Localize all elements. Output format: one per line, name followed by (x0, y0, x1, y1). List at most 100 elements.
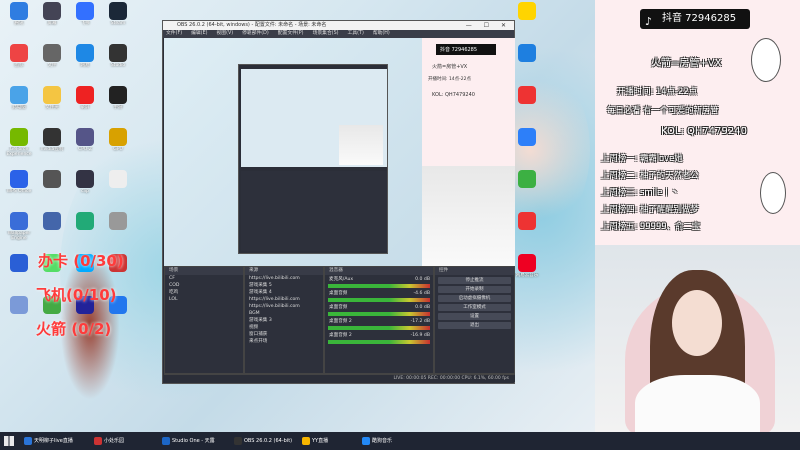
desktop-icon[interactable]: 网易 (68, 44, 102, 73)
desktop-icon-label: GPU (113, 147, 123, 152)
desktop-icon[interactable] (2, 254, 36, 283)
desktop-icon[interactable]: Wallpaper Engine (2, 212, 36, 241)
start-button[interactable] (4, 436, 14, 446)
desktop-icon[interactable]: 图标 (2, 44, 36, 73)
control-button[interactable]: 停止推流 (438, 277, 511, 284)
window-controls[interactable]: — ☐ ✕ (466, 21, 511, 30)
stream-overlay: ♪ 抖音 72946285 火箭=房管+VX 开播时间: 14点-22点 每日必… (595, 0, 800, 245)
desktop-icon[interactable] (510, 86, 544, 115)
desktop-icon[interactable] (101, 170, 135, 199)
taskbar-app[interactable]: 天明柳子live直播 (22, 435, 73, 447)
app-icon (109, 86, 127, 104)
source-item[interactable]: 来点开场 (245, 338, 323, 345)
desktop-icon[interactable]: Studio (101, 44, 135, 73)
taskbar-app[interactable]: Studio One - 天露 (160, 435, 215, 447)
obs-window[interactable]: OBS 26.0.2 (64-bit, windows) - 配置文件: 未命名… (162, 20, 515, 384)
desktop-icon[interactable]: 屏幕 (35, 2, 69, 31)
source-item[interactable]: 视频 (245, 324, 323, 331)
desktop-icon[interactable] (510, 2, 544, 31)
menu-item[interactable]: 视图(V) (216, 31, 233, 36)
scene-item[interactable]: 吃鸡 (165, 289, 243, 296)
taskbar-app[interactable]: 酷狗音乐 (360, 435, 392, 447)
volume-meter[interactable] (328, 312, 430, 316)
control-button[interactable]: 工作室模式 (438, 304, 511, 311)
taskbar-app[interactable]: YY直播 (300, 435, 328, 447)
desktop-icon-label (2, 315, 36, 325)
app-icon (10, 86, 28, 104)
app-icon (76, 86, 94, 104)
desktop-icon-label (68, 231, 102, 241)
app-icon (76, 212, 94, 230)
desktop-icon[interactable]: 此电脑 (2, 86, 36, 115)
desktop-icon[interactable] (510, 170, 544, 199)
desktop-icon[interactable] (35, 212, 69, 241)
control-button[interactable]: 退出 (438, 322, 511, 329)
taskbar-app[interactable]: OBS 26.0.2 (64-bit) (232, 435, 292, 447)
desktop-icon[interactable] (35, 170, 69, 199)
menu-item[interactable]: 停靠部件(D) (242, 31, 269, 36)
volume-meter[interactable] (328, 326, 430, 330)
desktop-icon[interactable]: CPU-Z (68, 128, 102, 157)
desktop-icon[interactable] (68, 212, 102, 241)
scene-item[interactable]: COD (165, 282, 243, 289)
volume-meter[interactable] (328, 298, 430, 302)
control-button[interactable]: 开始录制 (438, 286, 511, 293)
obs-preview[interactable]: 抖音 72946285 火箭=房管+VX 开播时间: 14点-22点 KOL: … (164, 38, 515, 266)
desktop-icon[interactable]: 手游 (101, 86, 135, 115)
app-icon (43, 128, 61, 146)
desktop-icon[interactable]: 文件 (35, 44, 69, 73)
menu-item[interactable]: 帮助(H) (373, 31, 390, 36)
desktop-icon-label (510, 63, 544, 73)
source-item[interactable]: BGM (245, 310, 323, 317)
desktop-icon[interactable]: 飞书 (68, 2, 102, 31)
desktop-icon[interactable] (2, 296, 36, 325)
control-button[interactable]: 启动虚拟摄像机 (438, 295, 511, 302)
menu-item[interactable]: 文件(F) (166, 31, 182, 36)
source-item[interactable]: 窗口捕获 (245, 331, 323, 338)
desktop-icon[interactable]: clip (68, 170, 102, 199)
platform-badge: ♪ 抖音 72946285 (640, 9, 750, 29)
mixer-channel-row: 桌面音频 2 -16.9 dB (328, 332, 430, 339)
desktop-icon[interactable]: WPS Office (2, 170, 36, 199)
control-button[interactable]: 设置 (438, 313, 511, 320)
desktop-icon[interactable]: 文件夹 (35, 86, 69, 115)
volume-meter[interactable] (328, 340, 430, 344)
desktop-icon-label: GeForce Experience (6, 147, 32, 157)
source-item[interactable]: 游戏采集 5 (245, 282, 323, 289)
desktop-icon[interactable] (510, 44, 544, 73)
webcam-feed (595, 245, 800, 432)
desktop-icon-label (101, 231, 135, 241)
scene-item[interactable]: CF (165, 275, 243, 282)
scene-item[interactable]: LOL (165, 296, 243, 303)
source-item[interactable]: https://live.bilibili.com (245, 275, 323, 282)
volume-meter[interactable] (328, 284, 430, 288)
source-item[interactable]: https://live.bilibili.com (245, 296, 323, 303)
desktop-icon[interactable]: GPU (101, 128, 135, 157)
menu-item[interactable]: 场景集合(S) (313, 31, 339, 36)
obs-titlebar[interactable]: OBS 26.0.2 (64-bit, windows) - 配置文件: 未命名… (163, 21, 514, 30)
mixer-list: 麦克风/Aux 0.0 dB 桌面音频 -4.6 dB 桌面音频 0.0 dB 桌面音频 2… (325, 275, 433, 345)
scenes-list: CF COD 吃鸡 LOL (165, 275, 243, 303)
source-item[interactable]: https://live.bilibili.com (245, 303, 323, 310)
desktop-icon[interactable]: 网易云音乐 (510, 254, 544, 283)
desktop-icon[interactable] (510, 128, 544, 157)
menu-item[interactable]: 工具(T) (348, 31, 364, 36)
desktop-icon[interactable] (510, 212, 544, 241)
desktop-icon[interactable]: GeForce Experience (2, 128, 36, 157)
desktop-icon[interactable]: Steam (101, 2, 135, 31)
desktop-icon[interactable]: 录屏 (68, 86, 102, 115)
mixer-channel: 桌面音频 2 -16.9 dB (325, 331, 433, 345)
scenes-header: 场景 (165, 267, 243, 275)
desktop-icon[interactable]: 腾讯 (2, 2, 36, 31)
desktop-icon-label: 此电脑 (12, 105, 26, 110)
desktop-icon[interactable] (101, 212, 135, 241)
controls-list: 停止推流开始录制启动虚拟摄像机 工作室模式设置退出 (435, 277, 514, 329)
desktop-icon-label: 文件 (47, 63, 57, 68)
taskbar-app[interactable]: 小处乐园 (92, 435, 124, 447)
desktop-icon[interactable]: nvidia控制 (35, 128, 69, 157)
source-item[interactable]: 游戏采集 4 (245, 289, 323, 296)
menu-item[interactable]: 配置文件(P) (278, 31, 304, 36)
menu-item[interactable]: 编辑(E) (191, 31, 207, 36)
source-item[interactable]: 游戏采集 3 (245, 317, 323, 324)
mixer-channel-row: 桌面音频 0.0 dB (328, 304, 430, 311)
